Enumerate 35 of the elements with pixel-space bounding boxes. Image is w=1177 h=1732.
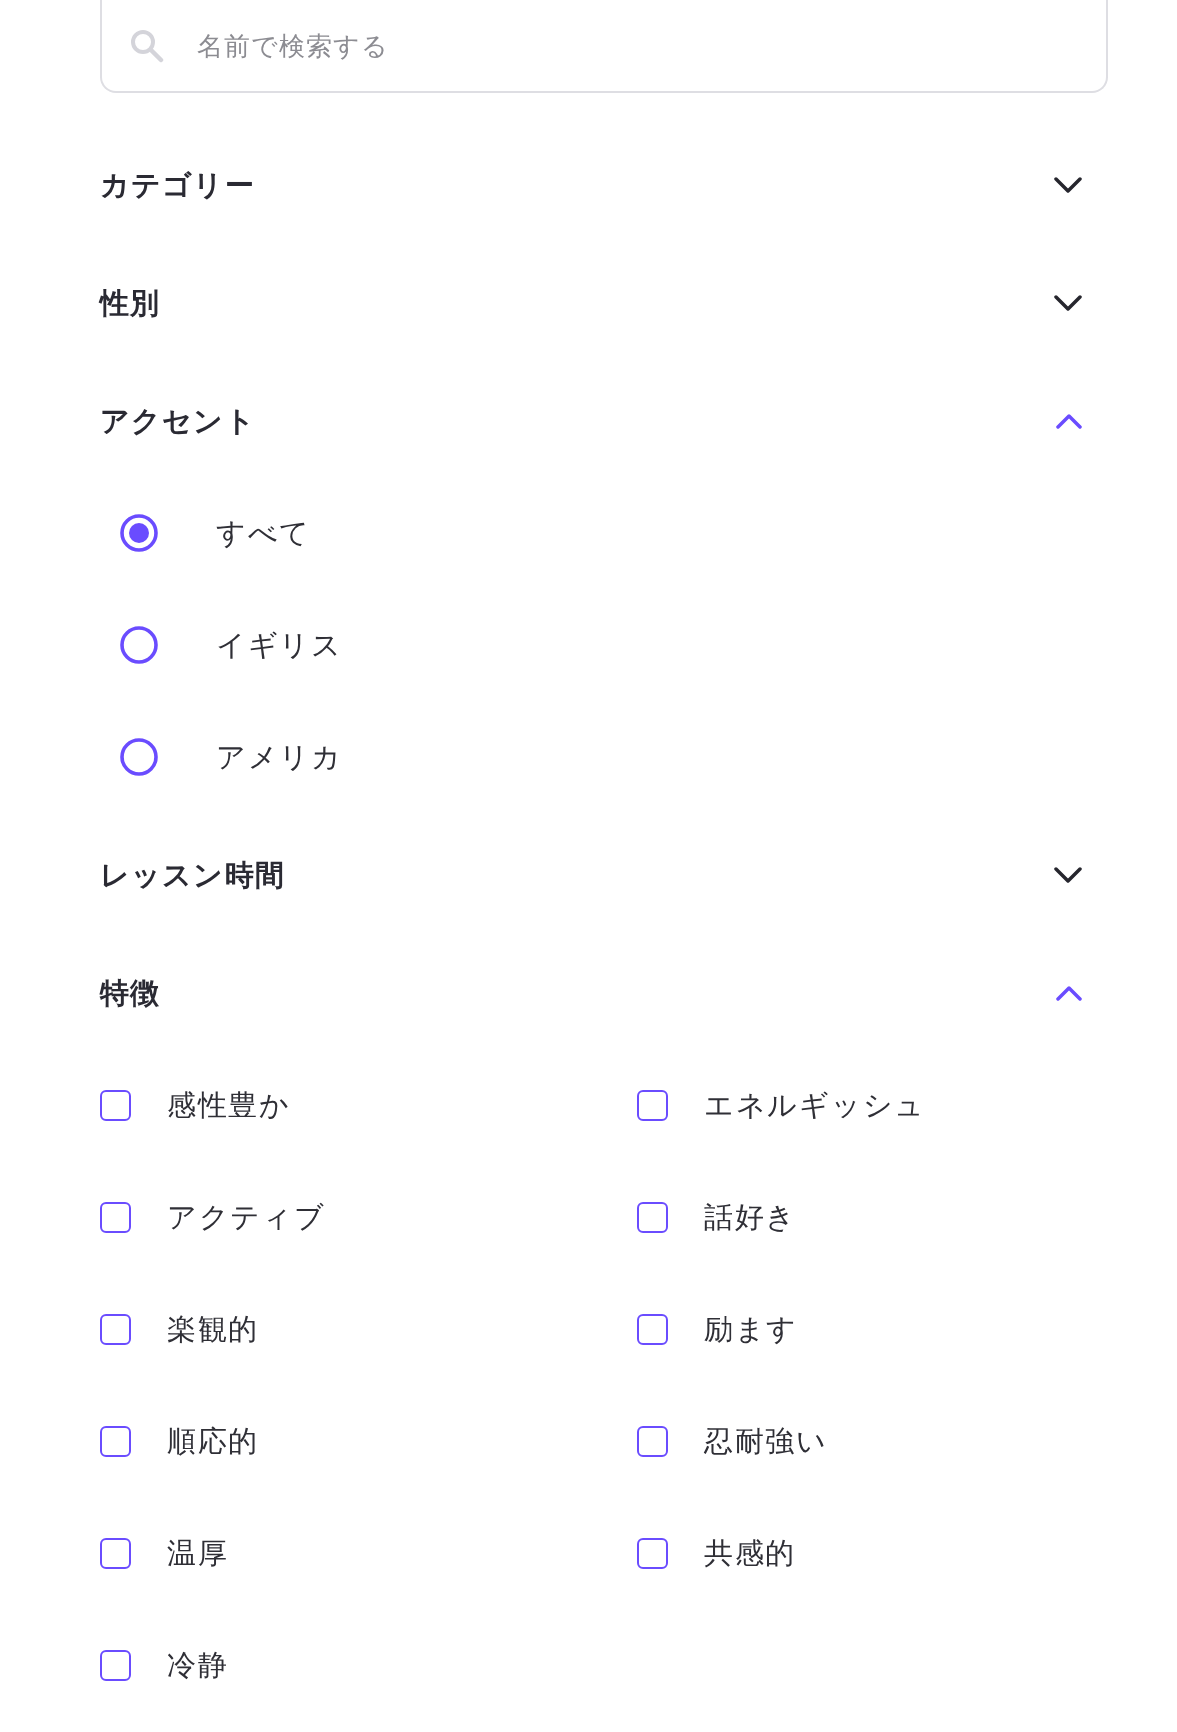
option-label: アメリカ bbox=[216, 742, 343, 772]
checkbox[interactable] bbox=[100, 1649, 131, 1681]
checkbox[interactable] bbox=[637, 1089, 668, 1121]
checkbox[interactable] bbox=[100, 1313, 131, 1345]
checkbox[interactable] bbox=[637, 1537, 668, 1569]
option-label: 温厚 bbox=[167, 1538, 229, 1568]
checkbox[interactable] bbox=[637, 1201, 668, 1233]
section-toggle[interactable]: アクセント bbox=[100, 362, 1108, 480]
option-label: すべて bbox=[216, 518, 312, 548]
checkbox[interactable] bbox=[100, 1425, 131, 1457]
option-label: 感性豊か bbox=[167, 1090, 291, 1120]
checkbox[interactable] bbox=[100, 1089, 131, 1121]
option-label: アクティブ bbox=[167, 1202, 326, 1232]
search-icon bbox=[130, 29, 164, 63]
checkbox[interactable] bbox=[637, 1313, 668, 1345]
radio-button[interactable] bbox=[120, 626, 158, 664]
section-toggle[interactable]: レッスン時間 bbox=[100, 816, 1108, 934]
option-label: 励ます bbox=[704, 1314, 799, 1344]
section-toggle[interactable]: カテゴリー bbox=[100, 126, 1108, 244]
option-label: 順応的 bbox=[167, 1426, 260, 1456]
option-label: イギリス bbox=[216, 630, 343, 660]
option-label: エネルギッシュ bbox=[704, 1090, 927, 1120]
checkbox[interactable] bbox=[637, 1425, 668, 1457]
option-label: 楽観的 bbox=[167, 1314, 260, 1344]
checkbox[interactable] bbox=[100, 1201, 131, 1233]
option-label: 冷静 bbox=[167, 1650, 229, 1680]
radio-button[interactable] bbox=[120, 738, 158, 776]
option-label: 共感的 bbox=[704, 1538, 797, 1568]
option-label: 忍耐強い bbox=[704, 1426, 828, 1456]
section-toggle[interactable]: 特徴 bbox=[100, 934, 1108, 1052]
section-toggle[interactable]: 性別 bbox=[100, 244, 1108, 362]
radio-button[interactable] bbox=[120, 514, 158, 552]
option-label: 話好き bbox=[704, 1202, 798, 1232]
search-field[interactable]: 名前で検索する bbox=[100, 0, 1108, 93]
checkbox[interactable] bbox=[100, 1537, 131, 1569]
